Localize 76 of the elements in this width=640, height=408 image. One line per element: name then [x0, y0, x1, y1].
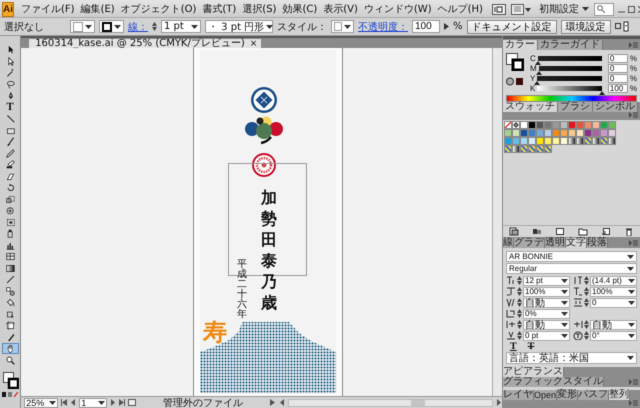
menu-item[interactable]: オブジェクト(O) [118, 2, 200, 16]
menu-item[interactable]: 書式(T) [199, 2, 240, 16]
panel-tab[interactable]: アピアランス [503, 367, 564, 377]
panel-tab[interactable]: グラデ [514, 238, 545, 248]
channel-label: C [530, 54, 536, 62]
baseline-shift-field[interactable]: 0 pt [523, 330, 570, 340]
panel-tab[interactable]: 段落 [587, 238, 608, 248]
unit-label: % [630, 84, 637, 92]
panel-tab[interactable]: スウォッチ [503, 102, 558, 112]
menu-item[interactable]: ファイル(F) [18, 2, 78, 16]
panel-tab[interactable]: 線 [503, 238, 514, 248]
panel-tab[interactable]: カラーガイド [538, 40, 603, 50]
language-dropdown[interactable]: 言語：英語：米国 [506, 352, 637, 364]
channel-value-field[interactable]: 100 [608, 84, 628, 92]
panel-tab[interactable]: 文字 [566, 238, 587, 248]
selection-status: 選択なし [4, 20, 45, 34]
channel-label: Y [530, 74, 536, 82]
underline-button[interactable]: T [506, 341, 521, 352]
font-family-dropdown[interactable]: AR BONNIE [506, 251, 637, 262]
aki-after-field[interactable]: 自動 [590, 320, 637, 330]
brush-dropdown[interactable]: ・ 3 pt 円形 [205, 20, 273, 33]
menu-item[interactable]: 編集(E) [78, 2, 118, 16]
vertical-scale-field[interactable]: 100% [523, 286, 570, 296]
menu-item[interactable]: ヘルプ(H) [434, 2, 486, 16]
horizontal-scale-field[interactable]: 100% [590, 286, 637, 296]
font-style-dropdown[interactable]: Regular [506, 263, 637, 274]
close-tab-button[interactable]: × [250, 39, 258, 49]
panel-tab[interactable]: 整列 [609, 390, 630, 400]
toolbar-button[interactable]: ドキュメント設定 [466, 20, 557, 34]
panel-tab[interactable]: 透明 [545, 238, 566, 248]
panel-tab[interactable]: カラー [503, 40, 538, 50]
unit-label: % [630, 64, 637, 72]
channel-label: M [530, 64, 537, 72]
panel-tab[interactable]: シンボル [593, 102, 638, 112]
strikethrough-button[interactable]: T [524, 341, 538, 352]
panel-tab[interactable]: 変形 [557, 390, 578, 400]
document-title: 160314_kase.ai @ 25% (CMYK/プレビュー) [35, 39, 245, 49]
style-label: スタイル： [277, 20, 327, 34]
calligraphy-text: 加勢田泰乃歳 [261, 188, 278, 314]
kerning-field[interactable]: 自動 [523, 298, 570, 308]
channel-label: K [530, 84, 536, 92]
tracking-field[interactable]: 0 [590, 298, 637, 308]
stroke-weight-field[interactable]: 1 pt [161, 20, 201, 33]
channel-value-field[interactable]: 0 [608, 64, 628, 72]
opacity-field[interactable]: 100 [412, 20, 440, 33]
percent-label: % [453, 21, 463, 32]
document-tab[interactable]: 160314_kase.ai @ 25% (CMYK/プレビュー) × [29, 39, 262, 49]
unit-label: % [630, 54, 637, 62]
leading-field[interactable]: (14.4 pt) [590, 276, 637, 286]
kotobuki-text: 寿 [203, 318, 228, 348]
page-field[interactable]: 1 [79, 398, 108, 408]
panel-tab[interactable]: Open [534, 390, 558, 400]
panel-tab[interactable]: レイヤ [503, 390, 534, 400]
panel-tab[interactable]: パスフ [578, 390, 610, 400]
channel-value-field[interactable]: 0 [608, 54, 628, 62]
aki-before-field[interactable]: 自動 [523, 320, 570, 330]
stroke-link[interactable]: 線： [128, 20, 148, 34]
date-text: 平成二十六年 [237, 260, 248, 320]
app-logo: Ai [2, 2, 14, 16]
character-rotation-field[interactable]: 0° [590, 330, 637, 340]
menu-item[interactable]: 表示(V) [320, 2, 361, 16]
status-text: 管理外のファイル [162, 396, 244, 408]
channel-value-field[interactable]: 0 [608, 74, 628, 82]
menu-item[interactable]: ウィンドウ(W) [360, 2, 435, 16]
unit-label: % [630, 74, 637, 82]
toolbar-button[interactable]: 環境設定 [560, 20, 611, 34]
character-tsume-field[interactable]: 0% [523, 308, 570, 318]
panel-tab[interactable]: ブラシ [558, 102, 593, 112]
zoom-field[interactable]: 25% [24, 398, 58, 408]
opacity-link[interactable]: 不透明度： [358, 20, 408, 34]
type-tool[interactable]: T [2, 102, 19, 112]
menu-item[interactable]: 効果(C) [279, 2, 320, 16]
menu-item[interactable]: 選択(S) [239, 2, 280, 16]
workspace-switcher[interactable]: 初期設定 [536, 2, 591, 16]
font-size-field[interactable]: 12 pt [523, 276, 570, 286]
panel-tab[interactable]: グラフィックスタイル [503, 377, 604, 387]
